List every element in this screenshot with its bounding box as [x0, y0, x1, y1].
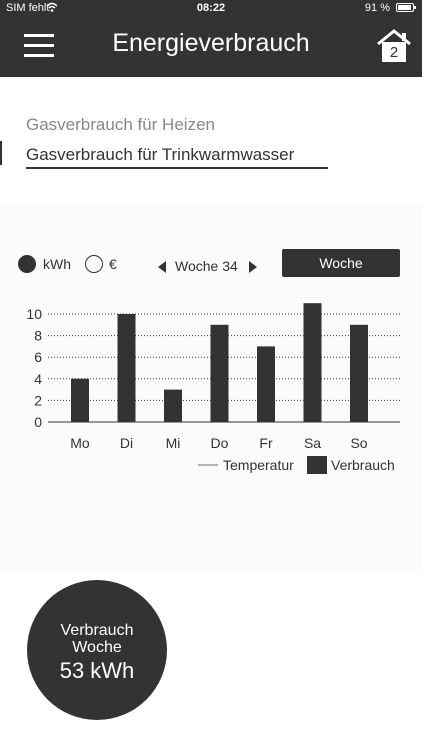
- summary-line2: Woche: [72, 639, 122, 656]
- bar: [210, 324, 229, 422]
- x-tick-label: So: [350, 435, 367, 451]
- page-title: Energieverbrauch: [112, 29, 310, 57]
- selected-underline: [26, 167, 328, 169]
- bar: [71, 378, 89, 422]
- summary-value: 53 kWh: [59, 658, 135, 683]
- home-button[interactable]: 2: [376, 28, 412, 64]
- status-bar: SIM fehlt 08:22 91 %: [0, 0, 422, 16]
- summary-line1: Verbrauch: [60, 622, 134, 639]
- battery-percent: 91 %: [364, 2, 390, 14]
- option-heating[interactable]: Gasverbrauch für Heizen: [26, 115, 215, 135]
- next-week-icon[interactable]: [249, 261, 257, 273]
- y-tick-label: 0: [34, 414, 42, 430]
- y-tick-label: 8: [34, 328, 42, 344]
- y-tick-label: 10: [26, 306, 42, 322]
- selection-marker: [0, 141, 2, 165]
- radio-kwh-label: kWh: [43, 256, 71, 272]
- consumption-chart: 0 2 4 6 8 10 Mo Di Mi Do Fr Sa So Temperatur Verbrauch: [26, 303, 400, 474]
- bar: [257, 346, 275, 422]
- x-tick-label: Mi: [166, 435, 181, 451]
- radio-euro[interactable]: [85, 255, 103, 273]
- x-tick-label: Mo: [70, 435, 90, 451]
- nav-bar: Energieverbrauch 2: [0, 16, 422, 77]
- bar: [350, 324, 368, 422]
- bar: [117, 314, 136, 422]
- x-tick-label: Sa: [304, 435, 321, 451]
- legend-label-temperatur: Temperatur: [223, 457, 294, 473]
- legend-swatch-verbrauch: [307, 456, 327, 474]
- y-tick-label: 6: [34, 349, 42, 365]
- radio-euro-label: €: [109, 256, 117, 272]
- radio-kwh[interactable]: [18, 255, 36, 273]
- summary-circle: Verbrauch Woche 53 kWh: [27, 580, 167, 720]
- period-button[interactable]: Woche: [282, 249, 400, 277]
- bar: [164, 389, 182, 422]
- legend-label-verbrauch: Verbrauch: [331, 457, 395, 473]
- y-tick-label: 2: [34, 392, 42, 408]
- x-tick-label: Fr: [259, 435, 273, 451]
- battery-icon: [396, 3, 416, 12]
- home-badge: 2: [389, 44, 399, 61]
- x-tick-label: Do: [211, 435, 229, 451]
- x-tick-label: Di: [120, 435, 133, 451]
- clock: 08:22: [196, 2, 226, 14]
- option-hot-water[interactable]: Gasverbrauch für Trinkwarmwasser: [26, 145, 294, 165]
- y-tick-label: 4: [34, 371, 42, 387]
- prev-week-icon[interactable]: [158, 261, 166, 273]
- week-label: Woche 34: [175, 258, 238, 274]
- bar: [303, 303, 322, 422]
